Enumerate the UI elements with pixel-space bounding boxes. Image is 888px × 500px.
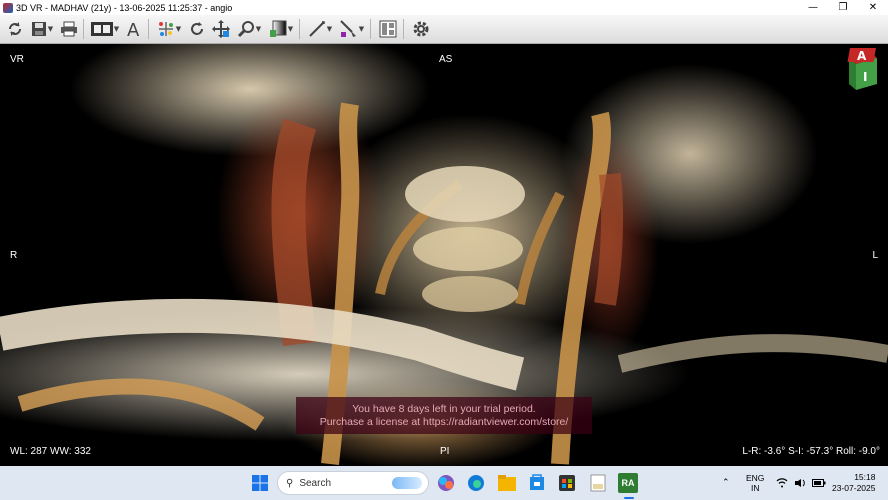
film-icon[interactable]: ▼ <box>89 17 121 41</box>
window-level-icon[interactable]: ▼ <box>266 17 296 41</box>
copilot-icon[interactable] <box>436 473 456 493</box>
search-highlight-icon <box>392 477 422 489</box>
maximize-button[interactable]: ❐ <box>828 0 858 15</box>
svg-text:A: A <box>127 20 140 38</box>
settings-icon[interactable] <box>409 17 433 41</box>
toolbar: ▼ ▼ A ▼ ▼ ▼ ▼ ▼ <box>0 15 888 44</box>
tray-overflow-icon[interactable]: ⌃ <box>722 466 730 500</box>
toolbar-separator <box>148 19 149 39</box>
close-button[interactable]: ✕ <box>858 0 888 15</box>
trial-line-2: Purchase a license at https://radiantvie… <box>319 415 569 428</box>
radiant-icon[interactable]: RA <box>618 473 638 493</box>
orientation-right-label: L <box>872 250 878 261</box>
windows-start-icon[interactable] <box>250 473 270 493</box>
store-icon[interactable] <box>527 473 547 493</box>
clock[interactable]: 15:18 23-07-2025 <box>832 466 875 500</box>
toolbar-separator <box>370 19 371 39</box>
volume-icon <box>795 479 805 487</box>
language-indicator[interactable]: ENG IN <box>746 466 764 500</box>
orientation-bottom-label: PI <box>440 446 450 457</box>
toolbar-separator <box>299 19 300 39</box>
taskbar: ⚲ Search RA ⌃ ENG IN 15:18 23-07-2025 <box>0 466 888 500</box>
system-tray[interactable] <box>776 466 826 500</box>
zoom-icon[interactable]: ▼ <box>234 17 264 41</box>
orientation-left-label: R <box>10 250 18 261</box>
wifi-icon <box>776 478 788 488</box>
notepad-icon[interactable] <box>588 473 608 493</box>
rotate-icon[interactable] <box>186 17 208 41</box>
trial-notice: You have 8 days left in your trial perio… <box>296 397 592 434</box>
cube-face-front: I <box>863 70 868 84</box>
layout-icon[interactable] <box>376 17 400 41</box>
view-mode-label: VR <box>10 54 24 65</box>
taskbar-search[interactable]: ⚲ Search <box>277 471 429 495</box>
window-level-readout: WL: 287 WW: 332 <box>10 446 91 457</box>
battery-icon <box>812 479 826 487</box>
print-icon[interactable] <box>58 17 80 41</box>
title-bar: 3D VR - MADHAV (21y) - 13-06-2025 11:25:… <box>0 0 888 15</box>
active-app-indicator <box>624 497 634 499</box>
3d-render-viewport[interactable]: VR AS R L WL: 287 WW: 332 PI L-R: -3.6° … <box>0 44 888 466</box>
orientation-top-label: AS <box>439 54 453 65</box>
orientation-cube[interactable]: A I <box>846 48 880 92</box>
clock-time: 15:18 <box>854 472 876 482</box>
toolbar-separator <box>403 19 404 39</box>
toolbar-separator <box>83 19 84 39</box>
language-bottom: IN <box>750 483 760 493</box>
measure-icon[interactable]: ▼ <box>305 17 335 41</box>
trial-line-1: You have 8 days left in your trial perio… <box>352 402 536 415</box>
window-title: 3D VR - MADHAV (21y) - 13-06-2025 11:25:… <box>16 2 233 13</box>
file-explorer-icon[interactable] <box>497 473 517 493</box>
app-icon <box>3 2 13 13</box>
scatter-tool-icon[interactable]: ▼ <box>154 17 184 41</box>
edge-icon[interactable] <box>466 473 486 493</box>
save-icon[interactable]: ▼ <box>28 17 56 41</box>
scalpel-icon[interactable]: ▼ <box>337 17 367 41</box>
rotation-readout: L-R: -3.6° S-I: -57.3° Roll: -9.0° <box>742 446 880 457</box>
ms-store-icon[interactable] <box>557 473 577 493</box>
text-annotation-icon[interactable]: A <box>123 17 145 41</box>
clock-date: 23-07-2025 <box>832 483 876 493</box>
refresh-icon[interactable] <box>4 17 26 41</box>
search-placeholder: Search <box>299 477 332 489</box>
cube-face-top: A <box>857 49 867 63</box>
search-icon: ⚲ <box>286 477 294 489</box>
minimize-button[interactable]: — <box>798 0 828 15</box>
language-top: ENG <box>746 473 765 483</box>
pan-icon[interactable] <box>210 17 232 41</box>
